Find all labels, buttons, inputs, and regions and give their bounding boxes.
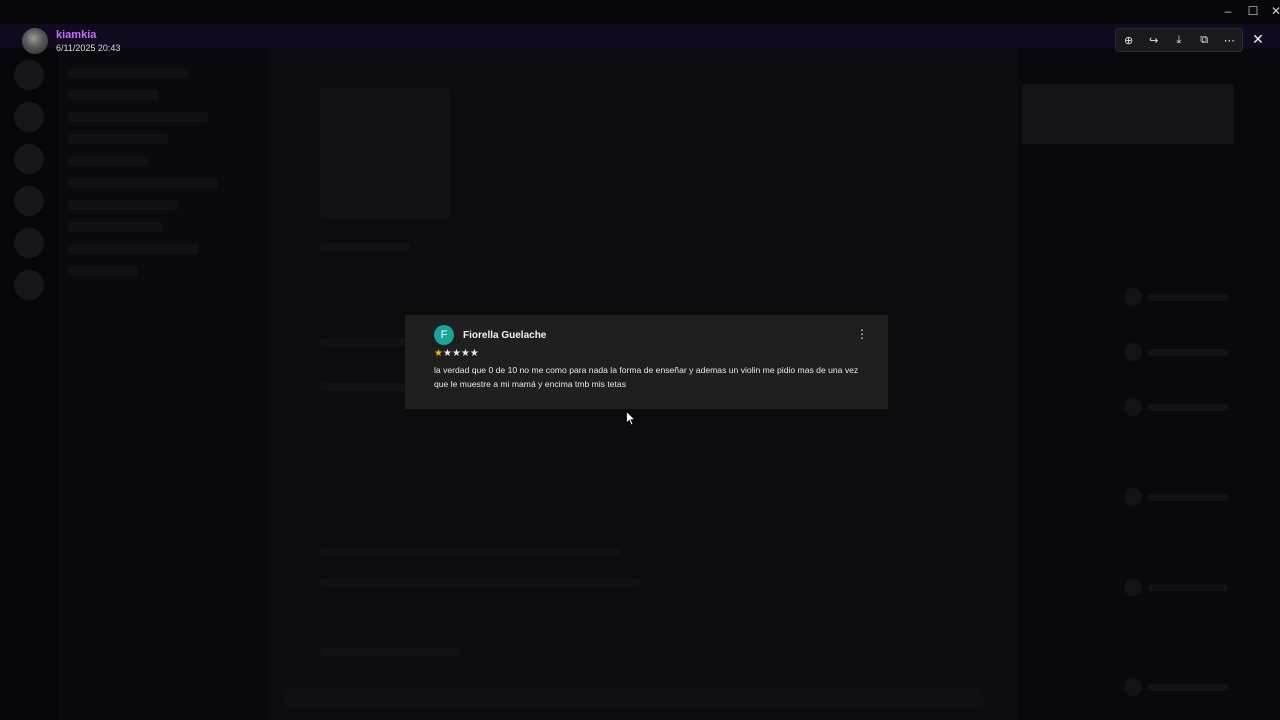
server-icon xyxy=(14,186,44,216)
member-item xyxy=(1124,578,1228,596)
channel-item xyxy=(68,222,163,232)
server-icon xyxy=(14,102,44,132)
forward-icon[interactable]: ↪ xyxy=(1144,34,1164,47)
download-icon[interactable]: ⤓ xyxy=(1169,34,1189,47)
message-line xyxy=(320,578,640,586)
maximize-button[interactable]: ☐ xyxy=(1241,4,1265,18)
message-line xyxy=(320,548,620,556)
viewer-toolbar: ⊕ ↪ ⤓ ⧉ ⋯ xyxy=(1115,28,1243,52)
avatar[interactable] xyxy=(22,28,48,54)
message-line xyxy=(320,648,460,656)
author-timestamp: 6/11/2025 20:43 xyxy=(56,42,121,53)
channel-list xyxy=(58,48,268,720)
star-empty-icon: ★ xyxy=(442,348,452,359)
channel-item xyxy=(68,112,208,122)
channel-item xyxy=(68,90,158,100)
server-icon xyxy=(14,270,44,300)
star-empty-icon: ★ xyxy=(460,348,470,359)
channel-item xyxy=(68,244,198,254)
message-line xyxy=(320,243,410,251)
member-list xyxy=(1018,48,1280,720)
more-icon[interactable]: ⋯ xyxy=(1219,34,1239,47)
member-item xyxy=(1124,678,1228,696)
open-external-icon[interactable]: ⧉ xyxy=(1194,34,1214,47)
channel-item xyxy=(68,134,168,144)
voice-video-preview xyxy=(1022,84,1234,144)
channel-item xyxy=(68,266,138,276)
member-item xyxy=(1124,488,1228,506)
channel-item xyxy=(68,68,188,78)
minimize-button[interactable]: – xyxy=(1216,4,1240,18)
close-viewer-button[interactable]: ✕ xyxy=(1247,28,1269,50)
reviewer-name: Fiorella Guelache xyxy=(463,329,547,341)
server-icon xyxy=(14,144,44,174)
channel-item xyxy=(68,156,148,166)
notice-banner xyxy=(0,24,1280,48)
zoom-icon[interactable]: ⊕ xyxy=(1119,34,1139,47)
star-empty-icon: ★ xyxy=(469,348,479,359)
server-icon xyxy=(14,60,44,90)
review-text: la verdad que 0 de 10 no me como para na… xyxy=(434,365,859,389)
review-card: F Fiorella Guelache ⋮ ★★★★★ la verdad qu… xyxy=(405,315,888,409)
member-item xyxy=(1124,343,1228,361)
more-vert-icon: ⋮ xyxy=(856,327,868,341)
channel-item xyxy=(68,178,218,188)
attachment-image xyxy=(320,88,450,218)
server-icon xyxy=(14,228,44,258)
star-filled-icon: ★ xyxy=(434,348,443,359)
window-close-button[interactable]: ✕ xyxy=(1264,4,1280,18)
member-item xyxy=(1124,288,1228,306)
server-list xyxy=(0,48,58,720)
star-empty-icon: ★ xyxy=(451,348,461,359)
channel-item xyxy=(68,200,178,210)
reviewer-initial-avatar: F xyxy=(434,325,454,345)
mouse-cursor-icon xyxy=(626,411,636,426)
member-item xyxy=(1124,398,1228,416)
message-input[interactable] xyxy=(284,688,984,708)
title-bar: – ☐ ✕ xyxy=(0,0,1280,24)
star-rating: ★★★★★ xyxy=(434,348,876,362)
viewer-author: kiamkia 6/11/2025 20:43 xyxy=(22,28,120,54)
author-name[interactable]: kiamkia xyxy=(56,29,120,42)
